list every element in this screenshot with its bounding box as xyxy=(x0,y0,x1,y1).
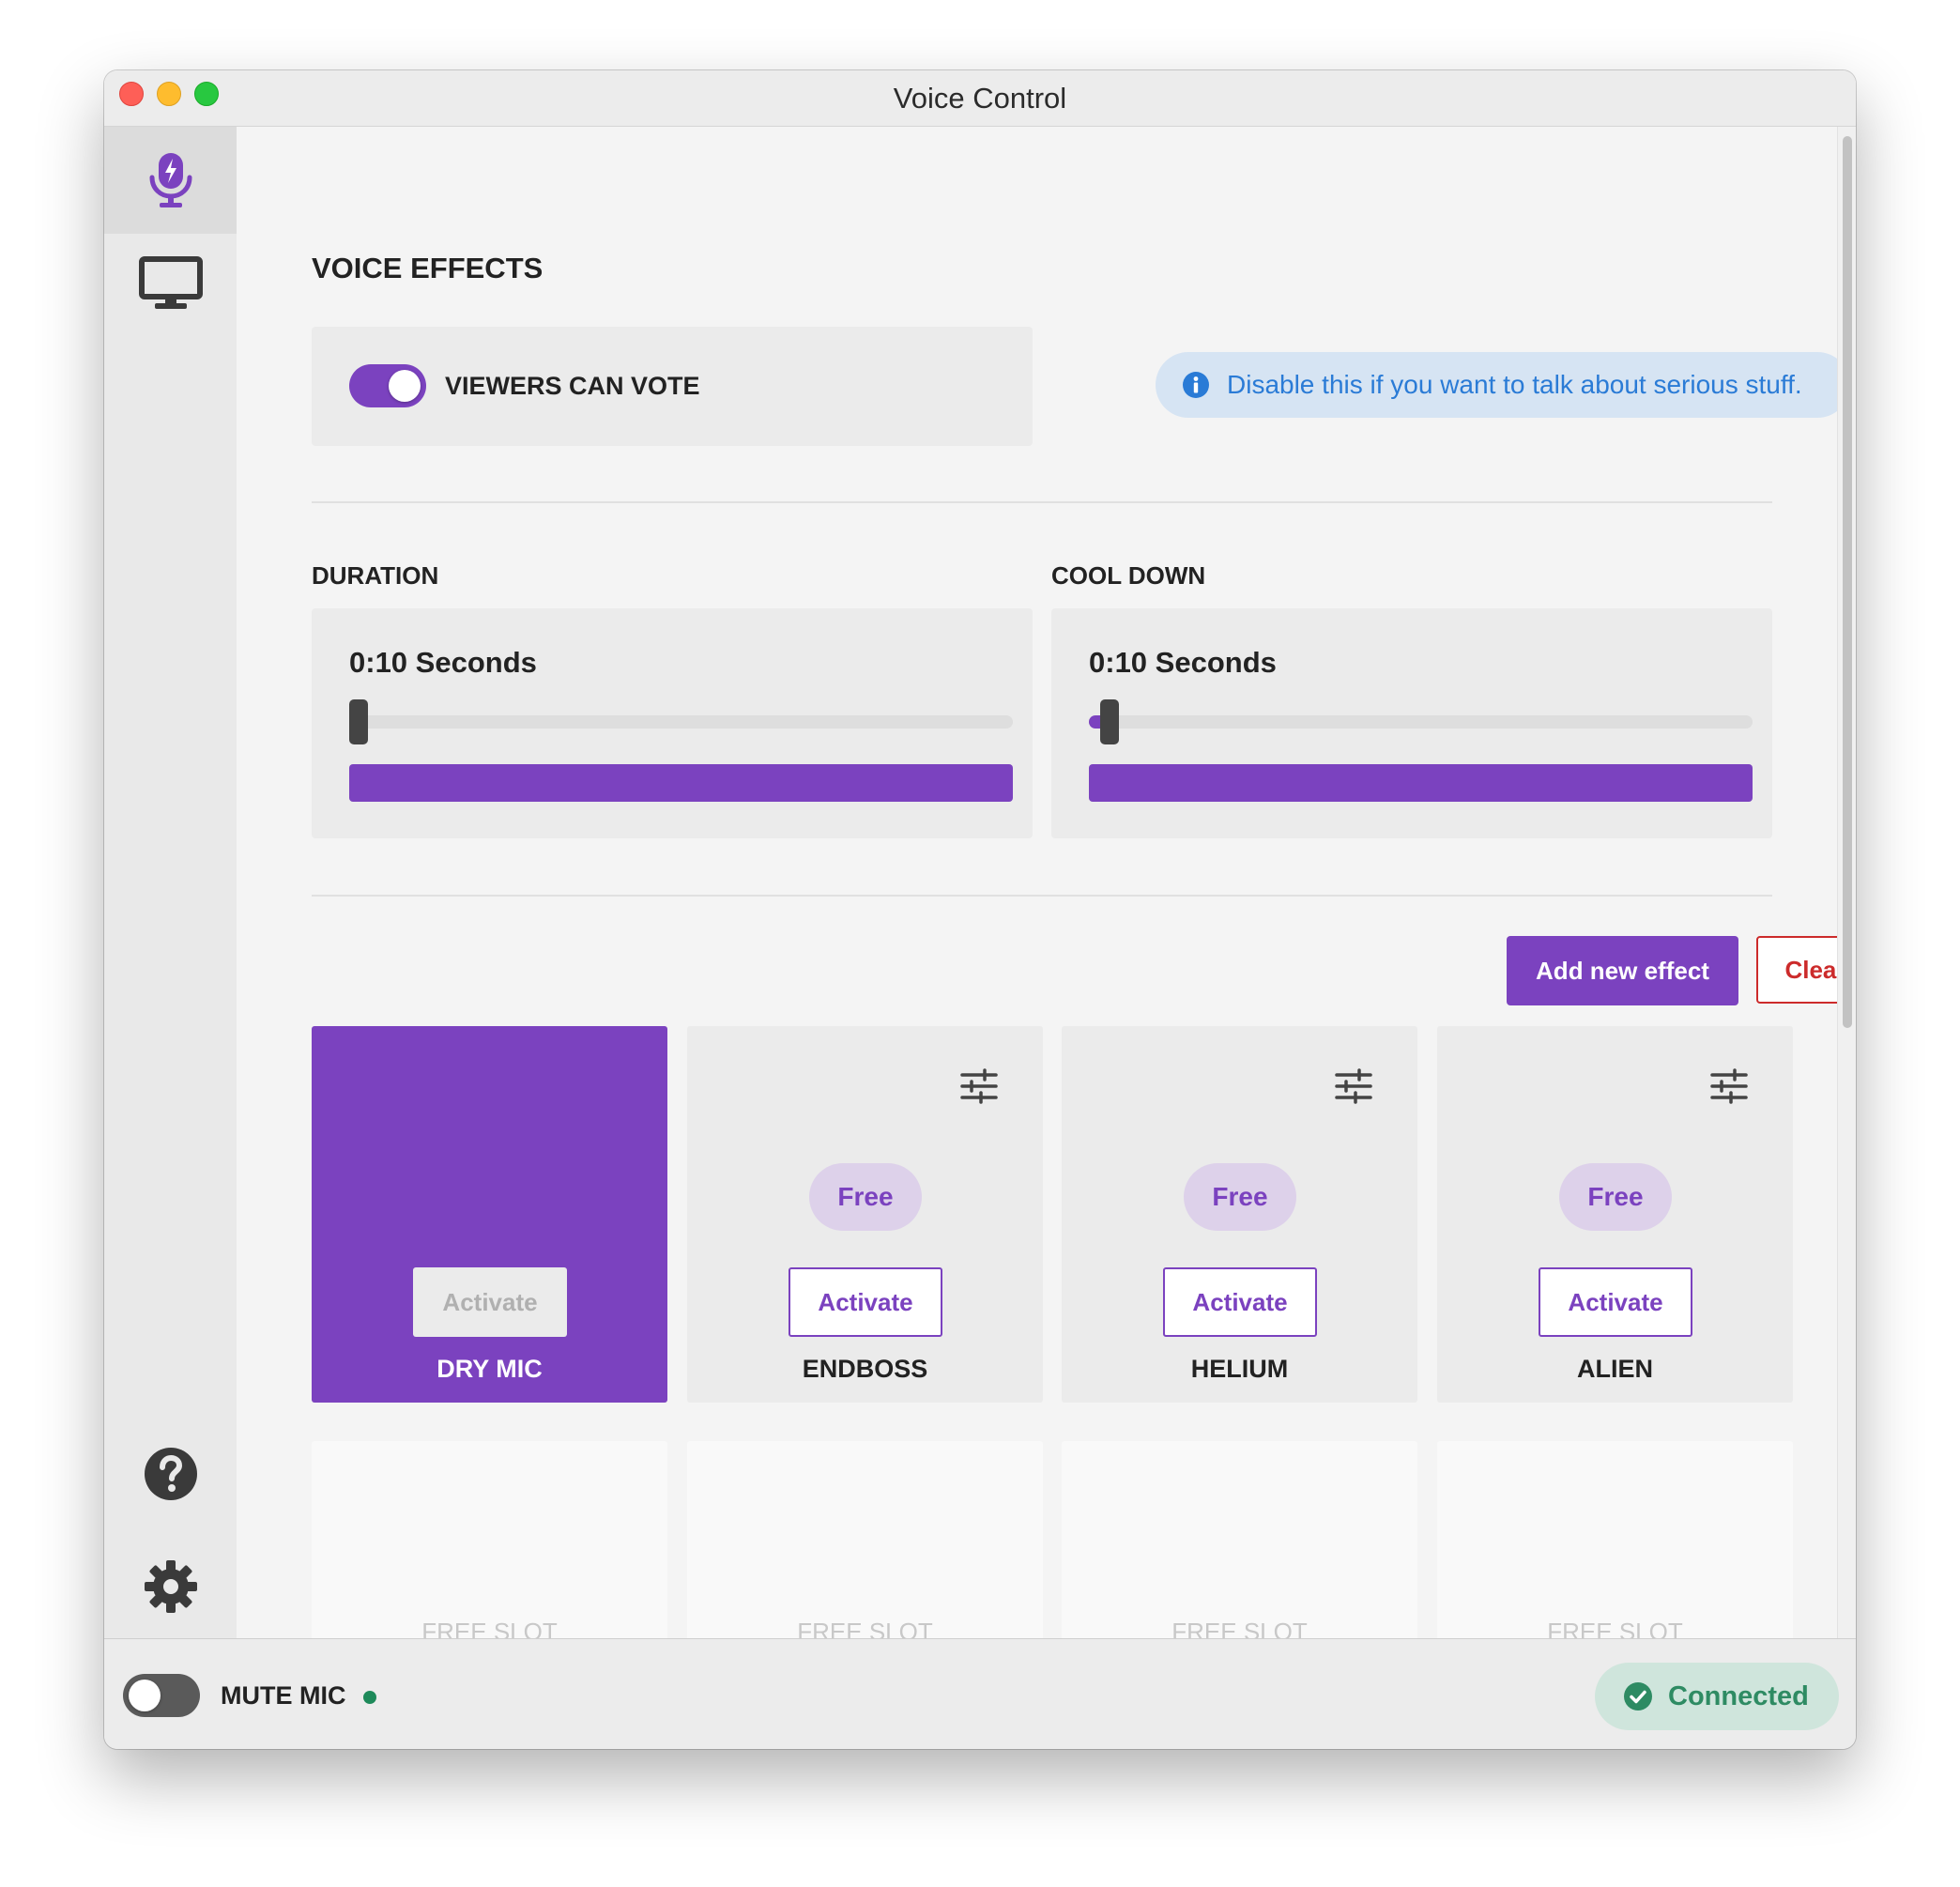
app-window: Voice Control VOICE EFFECTS VIEWERS CAN … xyxy=(104,70,1856,1749)
effect-card-endboss[interactable]: Free Activate ENDBOSS xyxy=(687,1026,1043,1403)
mic-status-dot xyxy=(363,1691,376,1704)
info-banner: Disable this if you want to talk about s… xyxy=(1156,352,1850,418)
mute-mic-toggle[interactable] xyxy=(123,1674,200,1717)
duration-label: DURATION xyxy=(312,561,439,590)
cooldown-panel: 0:10 Seconds xyxy=(1051,608,1772,838)
free-slot-label: FREE SLOT xyxy=(421,1618,558,1638)
duration-value: 0:10 Seconds xyxy=(349,646,537,679)
mic-lightning-icon xyxy=(149,153,191,207)
effect-card-dry-mic[interactable]: Activate DRY MIC xyxy=(312,1026,667,1403)
viewers-vote-toggle[interactable] xyxy=(349,364,426,407)
connection-status-badge: Connected xyxy=(1595,1663,1839,1730)
mute-mic-label: MUTE MIC xyxy=(221,1681,346,1710)
status-bar: MUTE MIC Connected xyxy=(104,1638,1856,1749)
help-icon xyxy=(144,1448,197,1500)
page-title: VOICE EFFECTS xyxy=(312,252,544,284)
sidebar-item-display[interactable] xyxy=(104,234,237,333)
info-icon xyxy=(1183,372,1209,398)
cooldown-slider-handle[interactable] xyxy=(1100,699,1119,744)
toggle-knob xyxy=(129,1680,161,1711)
free-slot-card[interactable]: FREE SLOT xyxy=(687,1441,1043,1638)
sliders-icon[interactable] xyxy=(1708,1066,1750,1107)
activate-button: Activate xyxy=(413,1267,567,1337)
cooldown-slider-track[interactable] xyxy=(1089,715,1753,729)
free-slot-card[interactable]: FREE SLOT xyxy=(1062,1441,1417,1638)
activate-button[interactable]: Activate xyxy=(1539,1267,1692,1337)
effect-card-alien[interactable]: Free Activate ALIEN xyxy=(1437,1026,1793,1403)
connection-status-text: Connected xyxy=(1668,1680,1809,1711)
scrollbar-thumb[interactable] xyxy=(1843,136,1852,1028)
scrollbar[interactable] xyxy=(1837,127,1856,1638)
cooldown-label: COOL DOWN xyxy=(1051,561,1206,590)
duration-slider-track[interactable] xyxy=(349,715,1013,729)
activate-button[interactable]: Activate xyxy=(789,1267,942,1337)
monitor-icon xyxy=(138,256,203,309)
divider xyxy=(312,501,1772,503)
divider xyxy=(312,895,1772,897)
free-badge: Free xyxy=(1184,1163,1296,1231)
sidebar-item-voice-effects[interactable] xyxy=(104,127,237,234)
viewers-vote-label: VIEWERS CAN VOTE xyxy=(445,372,700,400)
effect-name: ALIEN xyxy=(1577,1355,1653,1383)
check-circle-icon xyxy=(1624,1682,1652,1711)
main-content: VOICE EFFECTS VIEWERS CAN VOTE Disable t… xyxy=(237,127,1856,1638)
free-slot-card[interactable]: FREE SLOT xyxy=(312,1441,667,1638)
free-slot-label: FREE SLOT xyxy=(1547,1618,1683,1638)
free-slot-label: FREE SLOT xyxy=(797,1618,933,1638)
info-text: Disable this if you want to talk about s… xyxy=(1227,370,1802,399)
sidebar-item-help[interactable] xyxy=(104,1436,237,1511)
cooldown-value: 0:10 Seconds xyxy=(1089,646,1277,679)
free-badge: Free xyxy=(1559,1163,1672,1231)
cooldown-bar xyxy=(1089,764,1753,802)
gear-icon xyxy=(144,1560,197,1613)
viewers-vote-panel: VIEWERS CAN VOTE xyxy=(312,327,1033,446)
effect-name: ENDBOSS xyxy=(802,1355,928,1383)
sliders-icon[interactable] xyxy=(1333,1066,1374,1107)
sidebar-item-settings[interactable] xyxy=(104,1549,237,1624)
free-slot-card[interactable]: FREE SLOT xyxy=(1437,1441,1793,1638)
sidebar xyxy=(104,127,237,1638)
effect-name: DRY MIC xyxy=(436,1355,543,1383)
window-title: Voice Control xyxy=(893,82,1067,115)
duration-panel: 0:10 Seconds xyxy=(312,608,1033,838)
title-bar: Voice Control xyxy=(104,70,1856,127)
duration-slider-handle[interactable] xyxy=(349,699,368,744)
add-new-effect-button[interactable]: Add new effect xyxy=(1507,936,1738,1005)
effect-name: HELIUM xyxy=(1190,1355,1289,1383)
free-badge: Free xyxy=(809,1163,922,1231)
duration-bar xyxy=(349,764,1013,802)
sliders-icon[interactable] xyxy=(958,1066,1000,1107)
free-slot-label: FREE SLOT xyxy=(1171,1618,1308,1638)
toggle-knob xyxy=(389,370,421,402)
effect-card-helium[interactable]: Free Activate HELIUM xyxy=(1062,1026,1417,1403)
activate-button[interactable]: Activate xyxy=(1163,1267,1317,1337)
